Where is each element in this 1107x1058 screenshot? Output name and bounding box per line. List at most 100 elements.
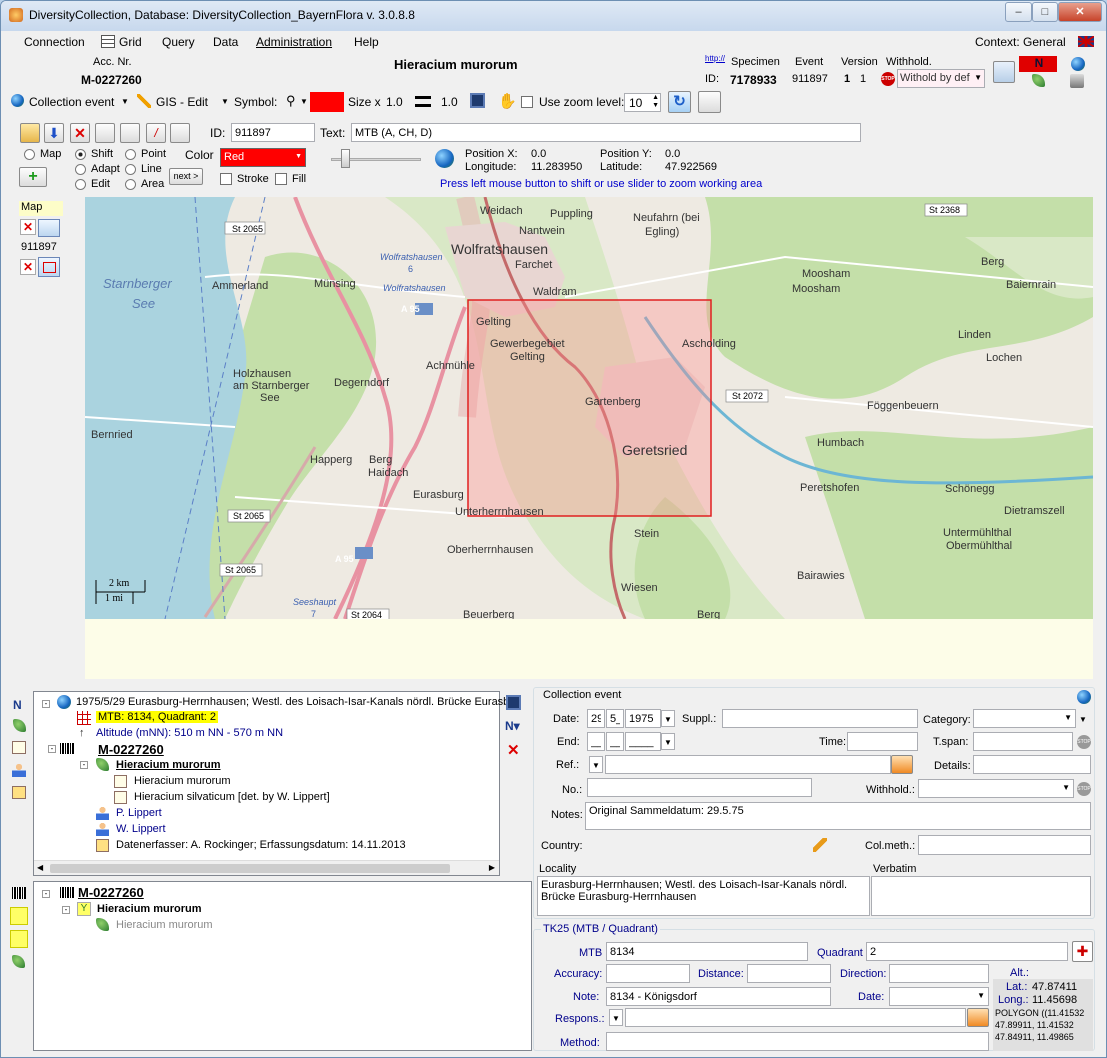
line-width-value[interactable]: 1.0: [441, 95, 458, 109]
category-select[interactable]: ▼: [973, 709, 1076, 728]
next-button[interactable]: next >: [169, 168, 203, 185]
tk-date-select[interactable]: ▼: [889, 987, 989, 1006]
tree-collector1[interactable]: P. Lippert: [116, 807, 162, 819]
withhold2-select[interactable]: ▼: [918, 779, 1074, 798]
notes-textarea[interactable]: Original Sammeldatum: 29.5.75: [585, 802, 1091, 830]
save-icon[interactable]: [470, 93, 485, 108]
respons-lookup-button[interactable]: [967, 1008, 989, 1027]
tree-ident2[interactable]: Hieracium silvaticum [det. by W. Lippert…: [134, 791, 330, 803]
tree-specimen[interactable]: M-0227260: [98, 742, 164, 757]
accuracy-input[interactable]: [606, 964, 690, 983]
scroll-left-icon[interactable]: ◀: [37, 863, 43, 872]
color-select[interactable]: Red ▼: [220, 148, 306, 167]
zoom-slider-thumb[interactable]: [341, 149, 350, 168]
tree-note[interactable]: Datenerfasser: A. Rockinger; Erfassungsd…: [116, 839, 406, 851]
remove-shape-button[interactable]: ✕: [20, 259, 36, 275]
zoom-level-checkbox[interactable]: [521, 96, 533, 108]
stroke-checkbox[interactable]: [220, 173, 232, 185]
minimize-button[interactable]: –: [1005, 2, 1032, 22]
tree-altitude[interactable]: Altitude (mNN): 510 m NN - 570 m NN: [96, 727, 283, 739]
leaf-icon[interactable]: [1032, 74, 1045, 87]
tree2-taxon[interactable]: Hieracium murorum: [97, 903, 202, 915]
tree2-taxon-grey[interactable]: Hieracium murorum: [116, 919, 213, 931]
specimen-part-tree[interactable]: - M-0227260 - Y Hieracium murorum Hierac…: [33, 881, 532, 1051]
time-input[interactable]: [847, 732, 918, 751]
radio-area[interactable]: [125, 179, 136, 190]
fill-checkbox[interactable]: [275, 173, 287, 185]
mtb-input[interactable]: [606, 942, 808, 961]
chevron-down-icon[interactable]: ▼: [221, 97, 229, 106]
shape-thumbnail-button[interactable]: [38, 257, 60, 277]
collection-event-dropdown[interactable]: Collection event: [29, 95, 114, 109]
pin-icon[interactable]: ⚲: [286, 93, 296, 109]
tree-event[interactable]: 1975/5/29 Eurasburg-Herrnhausen; Westl. …: [76, 696, 509, 708]
menu-help[interactable]: Help: [354, 35, 379, 49]
collapse-icon[interactable]: -: [48, 745, 56, 753]
document-icon[interactable]: [12, 741, 26, 754]
map-svg[interactable]: [85, 197, 1093, 619]
add-button[interactable]: +: [19, 167, 47, 187]
tree-mtb[interactable]: MTB: 8134, Quadrant: 2: [96, 711, 219, 723]
collapse-icon[interactable]: -: [42, 890, 50, 898]
print-button[interactable]: [95, 123, 115, 143]
delete-icon[interactable]: ✕: [507, 741, 520, 759]
menu-grid[interactable]: Grid: [119, 35, 142, 49]
scrollbar-thumb[interactable]: [50, 864, 450, 873]
uk-flag-icon[interactable]: [1078, 36, 1094, 47]
tree-taxon[interactable]: Hieracium murorum: [116, 759, 221, 771]
respons-input[interactable]: [625, 1008, 966, 1027]
menu-administration[interactable]: Administration: [256, 35, 332, 49]
gis-edit-dropdown[interactable]: GIS - Edit: [156, 95, 208, 109]
withhold-select[interactable]: Withold by def ▼: [897, 69, 985, 88]
tree-ident1[interactable]: Hieracium murorum: [134, 775, 231, 787]
note-icon[interactable]: [12, 786, 26, 799]
barcode-icon[interactable]: [12, 887, 26, 899]
pencil-icon[interactable]: [813, 838, 827, 852]
gis-id-input[interactable]: [231, 123, 315, 142]
north-arrow-icon[interactable]: N▾: [505, 719, 520, 733]
note-input[interactable]: [606, 987, 831, 1006]
verbatim-textarea[interactable]: [871, 876, 1091, 916]
grid-icon[interactable]: [10, 930, 28, 948]
collapse-icon[interactable]: -: [62, 906, 70, 914]
document-icon[interactable]: [10, 907, 28, 925]
download-button[interactable]: ⬇: [44, 123, 64, 143]
leaf-icon[interactable]: [13, 719, 26, 732]
radio-line[interactable]: [125, 164, 136, 175]
horizontal-scrollbar[interactable]: ◀ ▶: [34, 860, 499, 875]
chevron-down-icon[interactable]: ▼: [300, 97, 308, 106]
grid-cross-button[interactable]: ✚: [1072, 941, 1093, 962]
tree2-specimen[interactable]: M-0227260: [78, 885, 144, 900]
collapse-icon[interactable]: -: [42, 700, 50, 708]
end-day-input[interactable]: [587, 732, 605, 751]
map-view[interactable]: Weidach Puppling Neufahrn (bei Egling) N…: [85, 197, 1093, 619]
date-day-input[interactable]: [587, 709, 605, 728]
collapse-icon[interactable]: -: [80, 761, 88, 769]
maximize-button[interactable]: □: [1032, 2, 1058, 22]
method-select[interactable]: [606, 1032, 989, 1051]
tspan-input[interactable]: [973, 732, 1073, 751]
ref-dropdown-icon[interactable]: ▼: [589, 756, 603, 773]
menu-query[interactable]: Query: [162, 35, 195, 49]
close-button[interactable]: ✕: [1058, 2, 1102, 22]
specimen-tree[interactable]: - 1975/5/29 Eurasburg-Herrnhausen; Westl…: [33, 691, 509, 876]
chevron-down-icon[interactable]: ▼: [121, 97, 129, 106]
radio-edit[interactable]: [75, 179, 86, 190]
details-input[interactable]: [973, 755, 1091, 774]
remove-map-button[interactable]: ✕: [20, 219, 36, 235]
end-dropdown-icon[interactable]: ▼: [661, 733, 675, 750]
date-month-input[interactable]: [606, 709, 624, 728]
globe-icon[interactable]: [1071, 57, 1085, 71]
direction-input[interactable]: [889, 964, 989, 983]
date-year-input[interactable]: [625, 709, 661, 728]
colmeth-input[interactable]: [918, 835, 1091, 855]
tools-button[interactable]: [120, 123, 140, 143]
locality-textarea[interactable]: Eurasburg-Herrnhausen; Westl. des Loisac…: [537, 876, 870, 916]
preview-button[interactable]: [993, 61, 1015, 83]
gis-text-input[interactable]: [351, 123, 861, 142]
http-link[interactable]: http://: [705, 54, 725, 63]
size-value[interactable]: 1.0: [386, 95, 403, 109]
save-icon[interactable]: [506, 695, 521, 710]
radio-point[interactable]: [125, 149, 136, 160]
window-button[interactable]: [170, 123, 190, 143]
